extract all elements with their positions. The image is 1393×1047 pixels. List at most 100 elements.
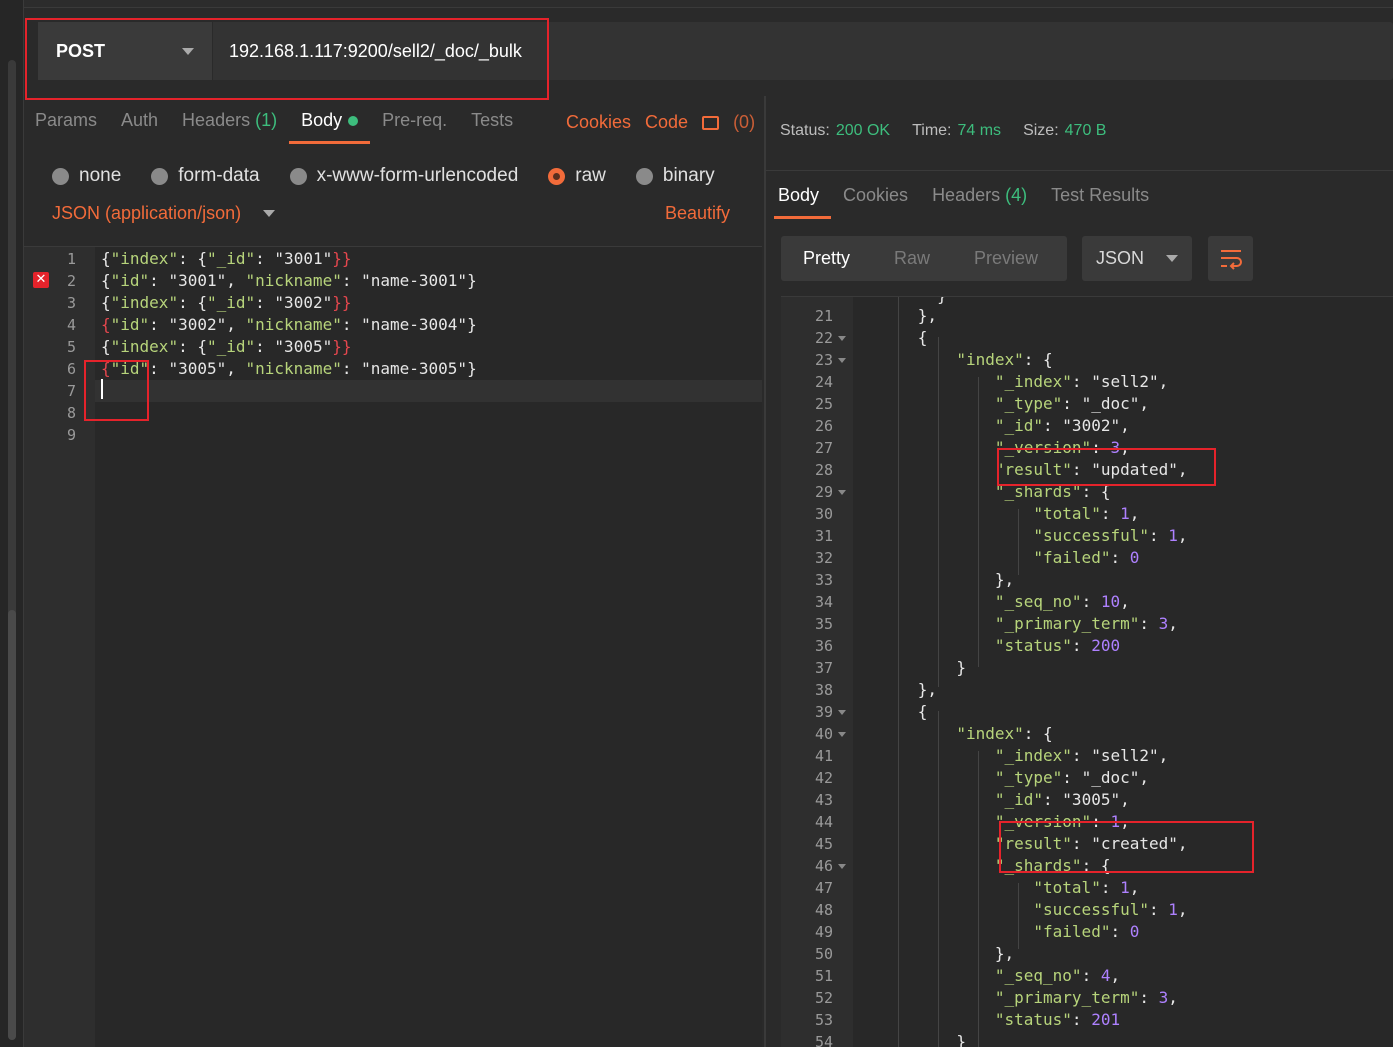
code-line: 36 "status": 200 [781,635,1393,657]
pretty-button[interactable]: Pretty [781,248,872,269]
code-line: 42 "_type": "_doc", [781,767,1393,789]
line-number: 42 [814,769,833,787]
tab-tests[interactable]: Tests [471,100,513,144]
fold-icon[interactable] [838,358,846,363]
code-line: 53 "status": 201 [781,1009,1393,1031]
code-line: 21 }, [781,305,1393,327]
tab-response-cookies[interactable]: Cookies [843,175,908,219]
cookies-link[interactable]: Cookies [566,112,631,133]
preview-button[interactable]: Preview [952,248,1060,269]
tab-label: Cookies [843,185,909,205]
line-number: 46 [814,857,833,875]
line-number: 51 [814,967,833,985]
tab-label: Auth [121,110,159,130]
line-number: 41 [814,747,833,765]
tab-test-results[interactable]: Test Results [1051,175,1149,219]
scroll-thumb[interactable] [8,610,16,1040]
highlight-box-updated [997,448,1216,486]
fold-icon[interactable] [838,732,846,737]
comments-button[interactable]: (0) [702,112,769,133]
response-divider [766,170,1393,171]
fold-icon[interactable] [838,710,846,715]
tab-pre-request[interactable]: Pre-req. [382,100,447,144]
tab-response-headers[interactable]: Headers (4) [932,175,1027,219]
line-number: 8 [66,404,76,422]
comment-icon [702,115,720,130]
response-format-select[interactable]: JSON [1082,236,1192,281]
chevron-down-icon [263,210,276,217]
fold-icon[interactable] [838,336,846,341]
radio-none[interactable]: none [52,165,121,187]
wrap-lines-button[interactable] [1208,236,1253,281]
code-line: 52 "_primary_term": 3, [781,987,1393,1009]
tab-count: (4) [1005,185,1028,205]
code-link[interactable]: Code [645,112,688,133]
radio-raw[interactable]: raw [548,165,606,187]
response-body-viewer[interactable]: } 21 }, 22 { 23 "index": { 24 "_index": … [781,296,1393,1047]
code-line: 51 "_seq_no": 4, [781,965,1393,987]
line-number: 54 [814,1033,833,1047]
radio-label: none [79,165,122,186]
response-status: Status: 200 OK Time: 74 ms Size: 470 B [780,122,1128,140]
active-dot-icon [348,116,359,127]
code-line: 31 "successful": 1, [781,525,1393,547]
line-number: 9 [66,426,76,444]
radio-icon [151,167,169,185]
status-label: Status: [780,122,830,139]
line-number: 52 [814,989,833,1007]
beautify-button[interactable]: Beautify [665,203,730,224]
code-line: 40 "index": { [781,723,1393,745]
line-number: 32 [814,549,833,567]
radio-label: x-www-form-urlencoded [316,165,519,186]
line-number: 24 [814,373,833,391]
code-line: 4 {"id": "3002", "nickname": "name-3004"} [24,314,762,336]
tab-response-body[interactable]: Body [773,175,832,219]
line-number: 3 [66,294,76,312]
fold-icon[interactable] [838,864,846,869]
tab-auth[interactable]: Auth [121,100,158,144]
line-number: 43 [814,791,833,809]
body-type-radios: none form-data x-www-form-urlencoded raw… [52,160,745,192]
code-line: 25 "_type": "_doc", [781,393,1393,415]
content-type-select[interactable]: JSON (application/json) [52,203,276,224]
tab-label: Params [35,110,98,130]
tab-headers[interactable]: Headers (1) [182,100,277,144]
tab-params[interactable]: Params [35,100,97,144]
tab-label: Headers [182,110,251,130]
status-value: 200 OK [835,122,891,139]
tab-body[interactable]: Body [289,100,371,144]
code-line: 32 "failed": 0 [781,547,1393,569]
code-line: 22 { [781,327,1393,349]
highlight-box-url [25,18,549,100]
line-number: 23 [814,351,833,369]
tab-label: Test Results [1051,185,1150,205]
line-number: 45 [814,835,833,853]
tab-label: Headers [932,185,1001,205]
raw-button[interactable]: Raw [872,248,952,269]
code-line: 38 }, [781,679,1393,701]
request-tabs: Params Auth Headers (1) Body Pre-req. Te… [35,100,537,144]
fold-icon[interactable] [838,490,846,495]
line-number: 53 [814,1011,833,1029]
radio-binary[interactable]: binary [635,165,715,187]
radio-label: form-data [178,165,260,186]
line-number: 5 [66,338,76,356]
code-line: 47 "total": 1, [781,877,1393,899]
line-number: 21 [814,307,833,325]
line-number: 36 [814,637,833,655]
radio-form-data[interactable]: form-data [151,165,260,187]
tab-label: Body [301,110,343,130]
line-number: 50 [814,945,833,963]
tab-count: (1) [255,110,278,130]
radio-urlencoded[interactable]: x-www-form-urlencoded [289,165,519,187]
line-number: 30 [814,505,833,523]
code-line: 30 "total": 1, [781,503,1393,525]
pane-divider[interactable] [764,96,766,1047]
line-number: 29 [814,483,833,501]
left-scrollbar-strip [0,0,24,1047]
radio-icon [635,167,653,185]
radio-label: raw [575,165,606,186]
code-line: 54 } [781,1031,1393,1047]
line-number: 37 [814,659,833,677]
top-edge [24,0,1393,8]
